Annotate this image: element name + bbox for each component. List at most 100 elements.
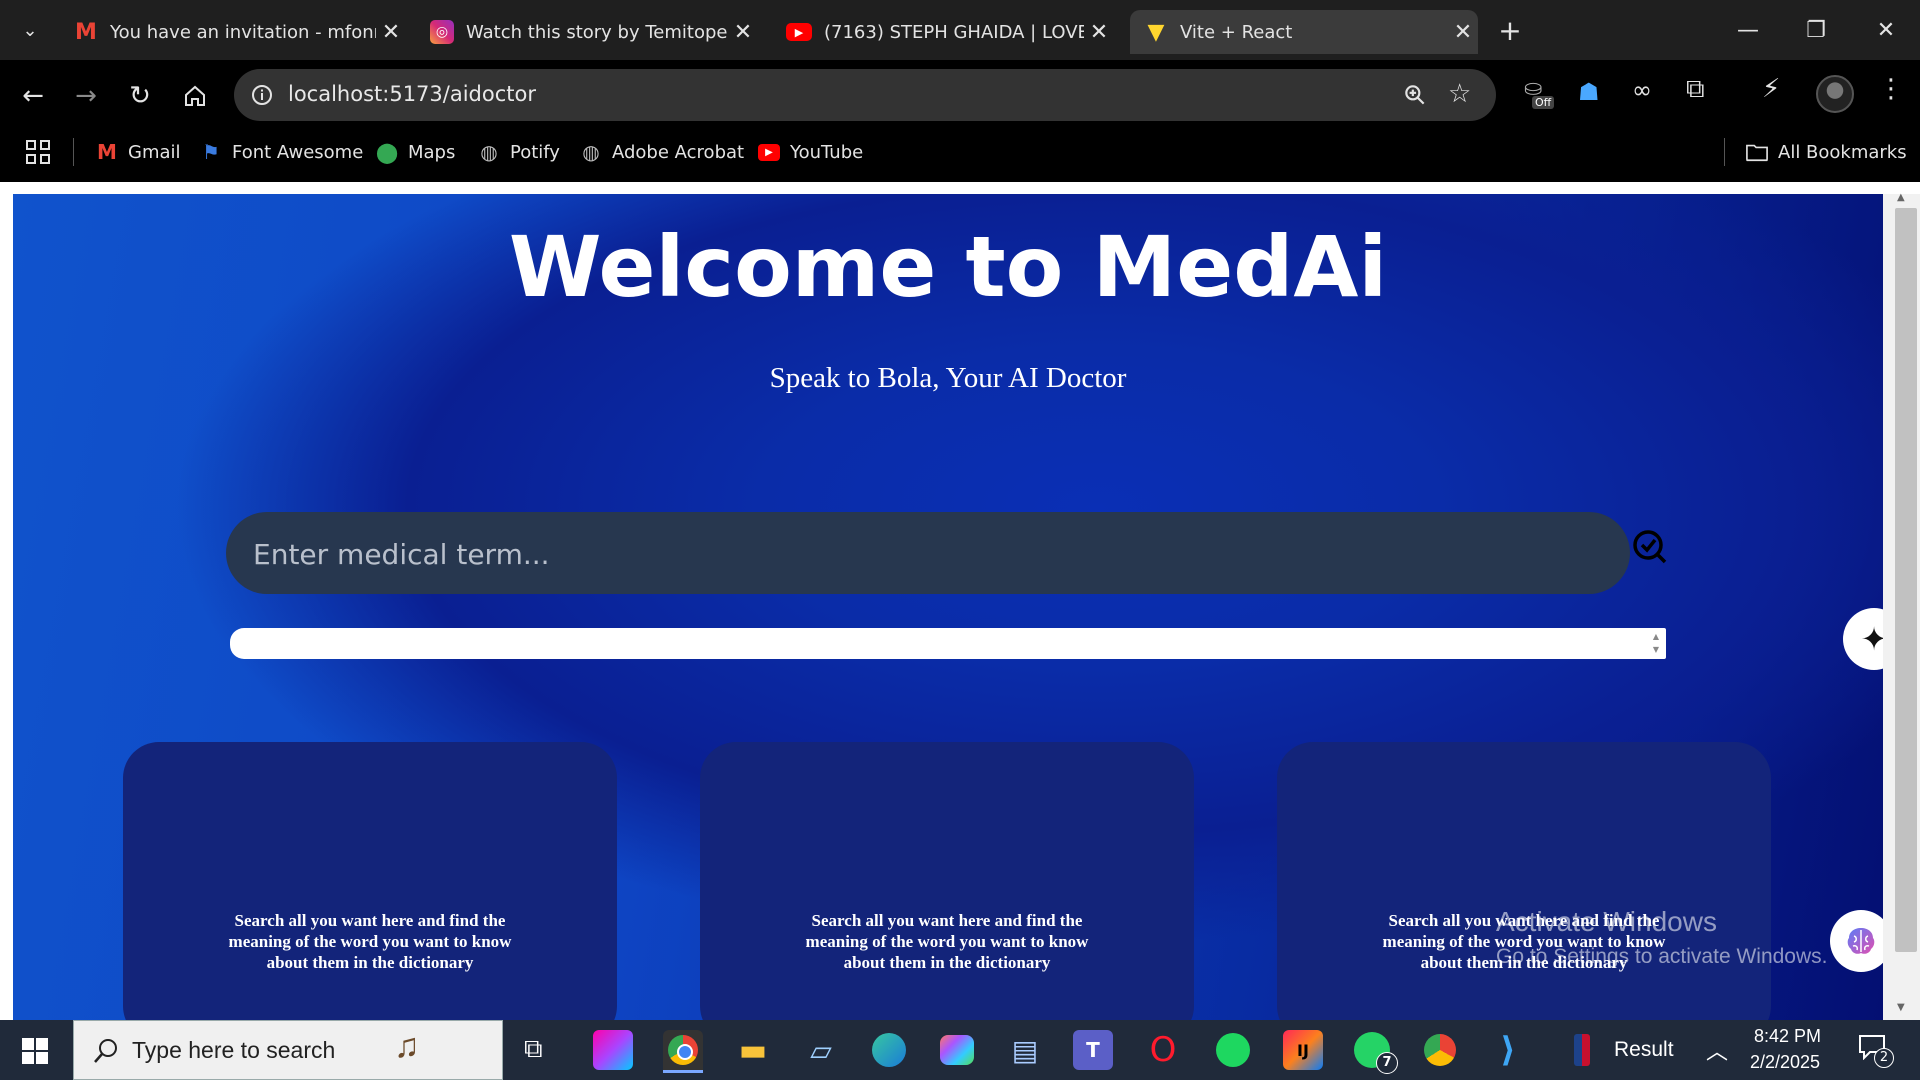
reload-button[interactable]: ↻ [120,76,160,116]
bookmark-font-awesome[interactable]: ⚑ Font Awesome [200,132,363,172]
windows-taskbar: Type here to search ♫ ⧉ ▬ ▱ ▤ T O IJ 7 ⟩… [0,1020,1920,1080]
bookmark-gmail[interactable]: M Gmail [96,132,180,172]
home-button[interactable] [175,76,215,116]
minimize-button[interactable]: — [1720,10,1776,50]
bookmark-label: Adobe Acrobat [612,141,745,163]
all-bookmarks-label: All Bookmarks [1778,141,1907,163]
zoom-icon[interactable] [1402,82,1428,108]
extension-off[interactable]: ⛀ Off [1522,76,1560,114]
info-card: Search all you want here and find the me… [123,742,617,1020]
apps-grid-icon[interactable] [26,140,50,164]
tab-instagram[interactable]: ◎ Watch this story by Temitope D ✕ [416,10,758,54]
whatsapp-icon[interactable]: 7 [1352,1030,1398,1074]
divider [1724,138,1725,166]
close-tab-icon[interactable]: ✕ [1448,20,1478,45]
tab-youtube[interactable]: ▶ (7163) STEPH GHAIDA | LOVE & ✕ [772,10,1114,54]
globe-icon: ◍ [582,140,600,164]
bookmark-youtube[interactable]: ▶ YouTube [758,132,863,172]
spin-buttons[interactable]: ▲ ▼ [1648,630,1664,657]
medical-term-input[interactable] [251,512,1595,596]
nba-icon[interactable] [1574,1034,1590,1066]
youtube-icon: ▶ [758,143,780,161]
close-tab-icon[interactable]: ✕ [376,20,406,45]
taskbar-search[interactable]: Type here to search ♫ [73,1020,503,1080]
task-view-icon[interactable]: ⧉ [524,1034,543,1065]
all-bookmarks-button[interactable]: All Bookmarks [1746,132,1907,172]
page-top-border [0,182,1920,194]
profile-avatar[interactable] [1816,75,1854,113]
edge-icon[interactable] [869,1030,909,1070]
notepad-icon[interactable]: ▱ [801,1030,841,1070]
link-extension-icon[interactable]: ∞ [1632,76,1652,104]
teams-icon[interactable]: T [1073,1030,1113,1070]
bookmark-potify[interactable]: ◍ Potify [478,132,560,172]
bookmark-label: Font Awesome [232,141,364,163]
search-check-icon[interactable] [1628,525,1672,569]
bookmark-adobe-acrobat[interactable]: ◍ Adobe Acrobat [580,132,744,172]
opera-icon[interactable]: O [1143,1030,1183,1070]
tab-vite-react[interactable]: ▼ Vite + React ✕ [1130,10,1478,54]
scroll-down-icon[interactable]: ▼ [1897,1002,1905,1013]
folder-icon [1746,144,1768,162]
info-card: Search all you want here and find the me… [700,742,1194,1020]
site-info-icon[interactable] [250,83,274,107]
chevron-down-icon: ⌄ [22,19,38,41]
file-explorer-icon[interactable]: ▬ [733,1030,773,1070]
extensions-puzzle-icon[interactable]: ⧉ [1686,74,1705,105]
m365-icon[interactable] [937,1030,977,1070]
close-window-button[interactable]: ✕ [1858,10,1914,50]
activate-windows-title: Activate Windows [1496,906,1717,937]
bookmark-maps[interactable]: ⬤ Maps [375,132,456,172]
bookmark-star-icon[interactable]: ☆ [1448,79,1471,109]
bookmark-label: YouTube [790,141,864,163]
new-tab-button[interactable]: + [1492,12,1528,48]
clock-time[interactable]: 8:42 PM [1754,1026,1821,1047]
whatsapp-badge: 7 [1376,1052,1398,1074]
scroll-up-icon[interactable]: ▲ [1897,192,1905,203]
vscode-icon[interactable]: ⟩ [1488,1030,1528,1070]
windows-start-icon[interactable] [22,1038,48,1064]
performance-icon[interactable]: ⚡ [1762,74,1780,104]
spotify-icon[interactable] [1213,1030,1253,1070]
close-tab-icon[interactable]: ✕ [1084,20,1114,45]
chevron-up-icon[interactable]: ︿ [1706,1034,1728,1066]
taskbar-search-placeholder: Type here to search [132,1037,336,1063]
address-bar[interactable]: localhost:5173/aidoctor ☆ [234,69,1496,121]
tab-title: Vite + React [1180,21,1293,43]
tab-gmail[interactable]: M You have an invitation - mfonm ✕ [60,10,406,54]
copilot-icon[interactable] [593,1030,633,1070]
search-bar [226,512,1630,596]
clock-date[interactable]: 2/2/2025 [1750,1052,1820,1073]
youtube-icon: ▶ [786,23,812,41]
intellij-icon[interactable]: IJ [1283,1030,1323,1070]
restore-button[interactable]: ❐ [1788,10,1844,50]
page-scrollbar[interactable]: ▲ ▼ [1883,192,1920,1020]
close-tab-icon[interactable]: ✕ [728,20,758,45]
vite-icon: ▼ [1147,19,1165,45]
result-field[interactable]: ▲ ▼ [230,628,1666,659]
tab-search-button[interactable]: ⌄ [14,14,46,46]
chrome-icon[interactable] [663,1030,703,1073]
url-text[interactable]: localhost:5173/aidoctor [288,82,536,106]
notifications-button[interactable]: 2 [1858,1034,1894,1068]
forward-button[interactable]: → [66,76,106,116]
flag-icon: ⚑ [202,140,220,164]
browser-toolbar: ← → ↻ localhost:5173/aidoctor ☆ ⛀ Off ☗ … [0,60,1920,130]
menu-kebab-icon[interactable]: ⋮ [1878,74,1904,104]
chrome-profile-icon[interactable] [1420,1030,1460,1070]
scroll-thumb[interactable] [1895,208,1917,952]
card-text: Search all you want here and find the me… [805,911,1089,972]
tab-title: (7163) STEPH GHAIDA | LOVE & [824,21,1084,43]
gmail-icon: M [75,19,97,45]
maps-pin-icon: ⬤ [375,140,399,164]
gmail-icon: M [97,140,117,164]
bookmark-label: Potify [510,141,560,163]
result-label[interactable]: Result [1614,1038,1674,1062]
ghost-extension-icon[interactable]: ☗ [1578,78,1600,106]
arrow-right-icon: → [75,81,97,111]
bookmarks-bar: M Gmail ⚑ Font Awesome ⬤ Maps ◍ Potify ◍… [0,130,1920,183]
remote-desktop-icon[interactable]: ▤ [1005,1030,1045,1070]
off-badge: Off [1532,96,1555,109]
back-button[interactable]: ← [13,76,53,116]
arrow-left-icon: ← [22,81,44,111]
